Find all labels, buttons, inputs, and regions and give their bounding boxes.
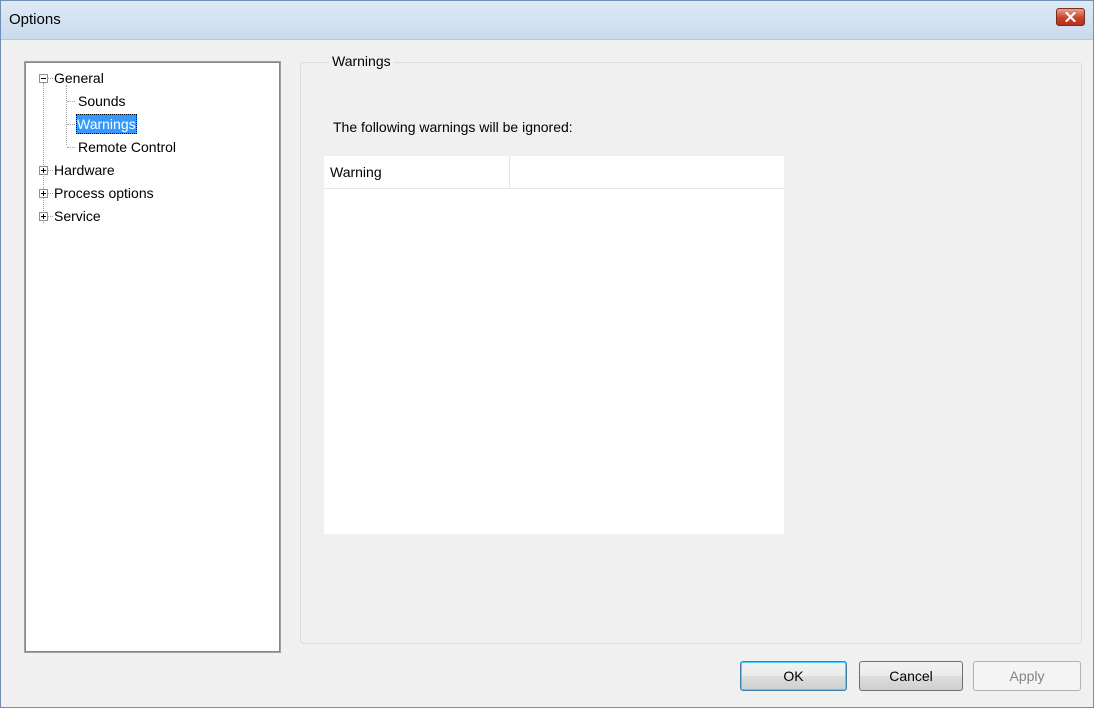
groupbox-title: Warnings <box>329 53 394 69</box>
tree-connector <box>67 124 75 125</box>
tree-item-label: Warnings <box>76 114 137 134</box>
tree-item-hardware[interactable]: Hardware <box>26 160 276 180</box>
tree-item-label: Sounds <box>78 93 126 109</box>
plus-box-icon[interactable] <box>39 212 48 221</box>
warnings-description: The following warnings will be ignored: <box>333 119 573 135</box>
close-button[interactable] <box>1056 8 1085 26</box>
dialog-content: General Sounds Warnings Remote Control H… <box>9 40 1086 701</box>
tree-item-label: Hardware <box>54 162 115 178</box>
ignored-warnings-list[interactable]: Warning <box>324 156 784 534</box>
tree-item-label: General <box>54 70 104 86</box>
tree-connector <box>67 101 75 102</box>
close-icon <box>1065 9 1076 25</box>
tree-connector <box>67 147 75 148</box>
tree-item-warnings[interactable]: Warnings <box>26 114 276 134</box>
tree-connector <box>48 216 53 217</box>
ok-button[interactable]: OK <box>740 661 847 691</box>
minus-box-icon[interactable] <box>39 74 48 83</box>
column-header-filler <box>510 156 784 188</box>
list-header: Warning <box>324 156 784 189</box>
tree-connector <box>48 170 53 171</box>
tree-item-remote-control[interactable]: Remote Control <box>26 137 276 157</box>
tree-item-sounds[interactable]: Sounds <box>26 91 276 111</box>
title-bar[interactable]: Options <box>1 1 1093 40</box>
tree-item-process-options[interactable]: Process options <box>26 183 276 203</box>
options-tree[interactable]: General Sounds Warnings Remote Control H… <box>24 61 281 653</box>
tree-item-label: Service <box>54 208 101 224</box>
tree-item-service[interactable]: Service <box>26 206 276 226</box>
plus-box-icon[interactable] <box>39 189 48 198</box>
cancel-button[interactable]: Cancel <box>859 661 963 691</box>
window-title: Options <box>9 11 61 28</box>
column-header-warning[interactable]: Warning <box>324 156 510 188</box>
tree-item-label: Process options <box>54 185 154 201</box>
tree-connector <box>48 78 53 79</box>
options-dialog: Options General Sounds Warnings Remote C… <box>0 0 1094 708</box>
tree-item-label: Remote Control <box>78 139 177 155</box>
apply-button[interactable]: Apply <box>973 661 1081 691</box>
tree-connector <box>48 193 53 194</box>
plus-box-icon[interactable] <box>39 166 48 175</box>
tree-item-general[interactable]: General <box>26 68 276 88</box>
